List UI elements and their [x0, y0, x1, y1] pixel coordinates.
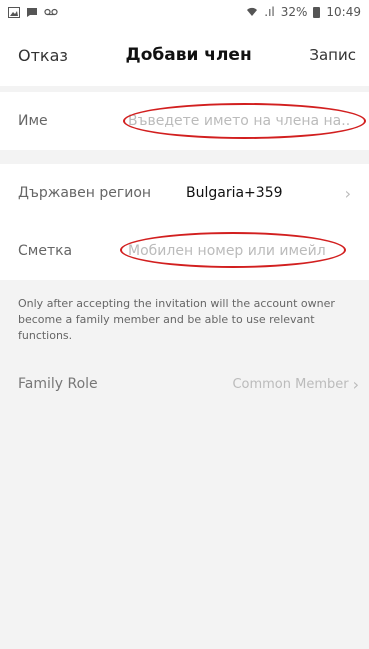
region-row[interactable]: Държавен регион Bulgaria+359 › [0, 164, 369, 222]
status-right: .ıl 32% 10:49 [246, 5, 361, 19]
status-left [8, 6, 58, 18]
chevron-right-icon: › [352, 374, 359, 394]
chat-icon [26, 7, 38, 18]
cancel-button[interactable]: Отказ [18, 46, 68, 65]
name-section: Име [0, 92, 369, 150]
name-input[interactable] [128, 113, 351, 129]
chevron-right-icon: › [344, 183, 351, 203]
save-button[interactable]: Запис [309, 46, 356, 64]
region-label: Държавен регион [18, 185, 152, 201]
wifi-icon [246, 7, 258, 17]
battery-icon [313, 6, 321, 18]
header: Отказ Добави член Запис [0, 24, 369, 86]
contact-section: Държавен регион Bulgaria+359 › Сметка [0, 164, 369, 280]
battery-percent: 32% [280, 5, 308, 19]
account-label: Сметка [18, 243, 73, 259]
name-row: Име [0, 92, 369, 150]
page-title: Добави член [125, 45, 252, 65]
signal-icon: .ıl [264, 5, 275, 19]
status-bar: .ıl 32% 10:49 [0, 0, 369, 24]
account-input[interactable] [128, 243, 351, 259]
account-row: Сметка [0, 222, 369, 280]
image-icon [8, 6, 20, 18]
family-role-right: Common Member › [232, 375, 359, 394]
clock: 10:49 [326, 5, 361, 19]
region-value: Bulgaria+359 [186, 185, 283, 201]
family-role-label: Family Role [18, 376, 98, 392]
family-role-value: Common Member [232, 376, 349, 392]
voicemail-icon [44, 8, 58, 16]
screen: .ıl 32% 10:49 Отказ Добави член Запис Им… [0, 0, 369, 649]
name-label: Име [18, 113, 48, 129]
family-role-row[interactable]: Family Role Common Member › [0, 356, 369, 412]
